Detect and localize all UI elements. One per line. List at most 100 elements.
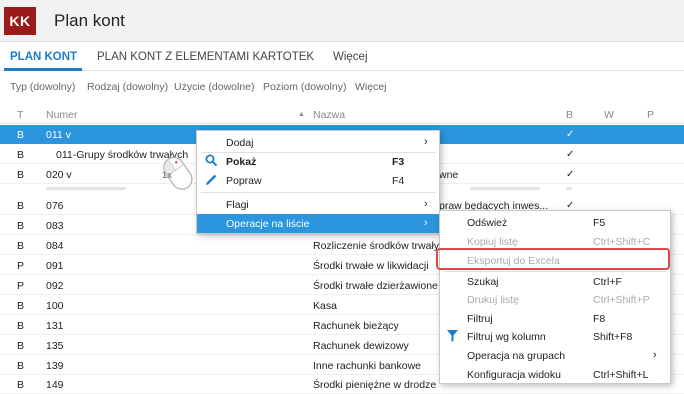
menu-item-shortcut: F8 (593, 313, 606, 325)
cell-t: B (17, 200, 25, 212)
filter-icon (447, 330, 458, 345)
filter-rodzaj[interactable]: Rodzaj (dowolny) (87, 81, 168, 93)
column-header-nazwa[interactable]: Nazwa (313, 109, 345, 121)
menu-item-label: Filtruj (467, 313, 493, 325)
menu-item-operacje-na-liscie[interactable]: Operacje na liście › (197, 214, 439, 233)
search-icon (205, 154, 218, 170)
chevron-right-icon: › (424, 198, 428, 210)
cell-numer: 131 (46, 320, 64, 332)
cell-nazwa: Rachunek dewizowy (313, 340, 409, 352)
menu-item-popraw[interactable]: Popraw F4 (197, 171, 439, 190)
cell-nazwa: Środki pieniężne w drodze (313, 379, 437, 391)
menu-item-label: Pokaż (226, 156, 257, 168)
menu-item-label: Szukaj (467, 276, 499, 288)
app-logo: KK (4, 7, 36, 35)
highlight-box (436, 248, 670, 270)
active-tab-indicator (4, 68, 82, 71)
column-header-numer[interactable]: Numer (46, 109, 78, 121)
cell-t: B (17, 360, 25, 372)
menu-item-shortcut: Ctrl+Shift+L (593, 369, 649, 381)
page-title: Plan kont (54, 11, 125, 30)
menu-item-shortcut: F5 (593, 217, 606, 229)
cell-t: B (17, 149, 25, 161)
menu-item-odswiez[interactable]: Odśwież F5 (440, 213, 670, 232)
cell-t: B (17, 169, 25, 181)
menu-item-shortcut: F4 (392, 175, 405, 187)
title-bar: KK Plan kont (0, 0, 684, 42)
menu-item-label: Konfiguracja widoku (467, 369, 561, 381)
column-header-b[interactable]: B (566, 109, 573, 121)
cell-numer: 091 (46, 260, 64, 272)
cell-numer: 092 (46, 280, 64, 292)
menu-item-label: Drukuj listę (467, 294, 519, 306)
menu-item-filtruj[interactable]: Filtruj F8 (440, 309, 670, 328)
cell-t: B (17, 300, 25, 312)
tab-more[interactable]: Więcej (333, 51, 368, 63)
chevron-right-icon: › (424, 217, 428, 229)
menu-item-shortcut: Ctrl+F (593, 276, 622, 288)
cell-numer: 083 (46, 220, 64, 232)
menu-item-shortcut: Shift+F8 (593, 331, 633, 343)
check-icon: ✓ (566, 169, 575, 180)
filter-poziom[interactable]: Poziom (dowolny) (263, 81, 346, 93)
menu-item-szukaj[interactable]: Szukaj Ctrl+F (440, 272, 670, 291)
cell-numer: 084 (46, 240, 64, 252)
filter-more[interactable]: Więcej (355, 81, 387, 93)
cell-nazwa: Rozliczenie środków trwałyc (313, 240, 445, 252)
menu-item-konfiguracja-widoku[interactable]: Konfiguracja widoku Ctrl+Shift+L (440, 365, 670, 384)
filter-typ[interactable]: Typ (dowolny) (10, 81, 75, 93)
cell-nazwa: Środki trwałe w likwidacji (313, 260, 429, 272)
cell-numer: 149 (46, 379, 64, 391)
menu-item-filtruj-wg-kolumn[interactable]: Filtruj wg kolumn Shift+F8 (440, 327, 670, 346)
menu-item-shortcut: Ctrl+Shift+C (593, 236, 651, 248)
menu-item-drukuj-liste[interactable]: Drukuj listę Ctrl+Shift+P (440, 290, 670, 309)
menu-item-dodaj[interactable]: Dodaj › (197, 133, 439, 152)
cell-nazwa: wne (439, 169, 459, 181)
menu-item-label: Kopiuj listę (467, 236, 518, 248)
column-header-p[interactable]: P (647, 109, 654, 121)
chevron-right-icon: › (653, 349, 657, 361)
cell-t: B (17, 320, 25, 332)
menu-item-shortcut: Ctrl+Shift+P (593, 294, 650, 306)
menu-item-label: Operacja na grupach (467, 350, 566, 362)
cell-nazwa: Rachunek bieżący (313, 320, 399, 332)
mouse-click-icon: 1x (157, 150, 201, 200)
menu-item-operacja-na-grupach[interactable]: Operacja na grupach › (440, 346, 670, 365)
cell-numer: 139 (46, 360, 64, 372)
filter-bar: Typ (dowolny) Rodzaj (dowolny) Użycie (d… (0, 74, 684, 98)
cell-nazwa: Kasa (313, 300, 337, 312)
cell-numer: 076 (46, 200, 64, 212)
menu-item-shortcut: F3 (392, 156, 405, 168)
menu-item-label: Flagi (226, 199, 249, 211)
context-menu: Dodaj › Pokaż F3 Popraw F4 Flagi › Opera… (196, 130, 440, 234)
tab-bar: PLAN KONT PLAN KONT Z ELEMENTAMI KARTOTE… (0, 43, 684, 71)
submenu-operacje: Odśwież F5 Kopiuj listę Ctrl+Shift+C Eks… (439, 210, 671, 384)
cell-t: B (17, 240, 25, 252)
cell-nazwa: Inne rachunki bankowe (313, 360, 421, 372)
cell-nazwa: Środki trwałe dzierżawione i (313, 280, 444, 292)
menu-item-label: Dodaj (226, 137, 254, 149)
cell-t: B (17, 220, 25, 232)
menu-item-pokaz[interactable]: Pokaż F3 (197, 152, 439, 171)
pencil-icon (205, 173, 218, 189)
cell-t: P (17, 260, 25, 272)
grid-header: T Numer ▲ Nazwa B W P (0, 104, 684, 124)
cell-numer: 020 v (46, 169, 72, 181)
menu-item-flagi[interactable]: Flagi › (197, 195, 439, 214)
filter-uzycie[interactable]: Użycie (dowolne) (174, 81, 255, 93)
cell-t: B (17, 129, 25, 141)
cell-numer: 011 v (46, 129, 71, 141)
menu-item-label: Operacje na liście (226, 218, 310, 230)
sort-asc-icon[interactable]: ▲ (298, 111, 305, 118)
menu-item-label: Popraw (226, 175, 262, 187)
tab-plan-kont-z-elementami[interactable]: PLAN KONT Z ELEMENTAMI KARTOTEK (97, 51, 314, 63)
menu-item-label: Odśwież (467, 217, 508, 229)
tab-plan-kont[interactable]: PLAN KONT (10, 51, 77, 63)
click-count-badge: 1x (162, 170, 173, 180)
cell-t: B (17, 379, 25, 391)
cell-t: P (17, 280, 25, 292)
column-header-t[interactable]: T (17, 109, 23, 121)
column-header-w[interactable]: W (604, 109, 614, 121)
cell-t: B (17, 340, 25, 352)
check-icon: ✓ (566, 129, 575, 140)
